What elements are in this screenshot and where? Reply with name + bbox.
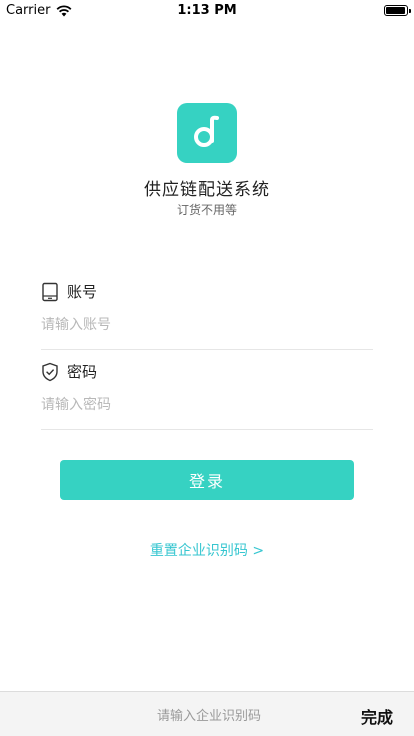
password-label-row: 密码 xyxy=(41,361,97,382)
app-title: 供应链配送系统 xyxy=(144,180,270,200)
password-divider xyxy=(41,429,373,430)
battery-icon xyxy=(384,5,411,16)
reset-company-code-link[interactable]: 重置企业识别码 > xyxy=(0,540,414,560)
account-label: 账号 xyxy=(67,283,98,301)
shield-check-icon xyxy=(42,362,58,381)
keyboard-accessory-bar: 完成 xyxy=(0,691,414,736)
company-code-input[interactable] xyxy=(0,704,414,728)
done-button[interactable]: 完成 xyxy=(361,704,393,728)
password-input[interactable] xyxy=(41,390,373,420)
status-bar: Carrier 1:13 PM xyxy=(0,0,414,22)
app-logo xyxy=(177,103,237,163)
status-time: 1:13 PM xyxy=(177,3,237,18)
battery-level xyxy=(386,7,405,14)
d-logo-icon xyxy=(194,115,219,147)
password-label: 密码 xyxy=(67,363,98,381)
account-divider xyxy=(41,349,373,350)
login-button[interactable]: 登录 xyxy=(60,460,354,500)
tablet-icon xyxy=(42,282,58,301)
app-subtitle: 订货不用等 xyxy=(176,203,237,217)
account-label-row: 账号 xyxy=(41,281,97,302)
account-input[interactable] xyxy=(41,310,373,340)
